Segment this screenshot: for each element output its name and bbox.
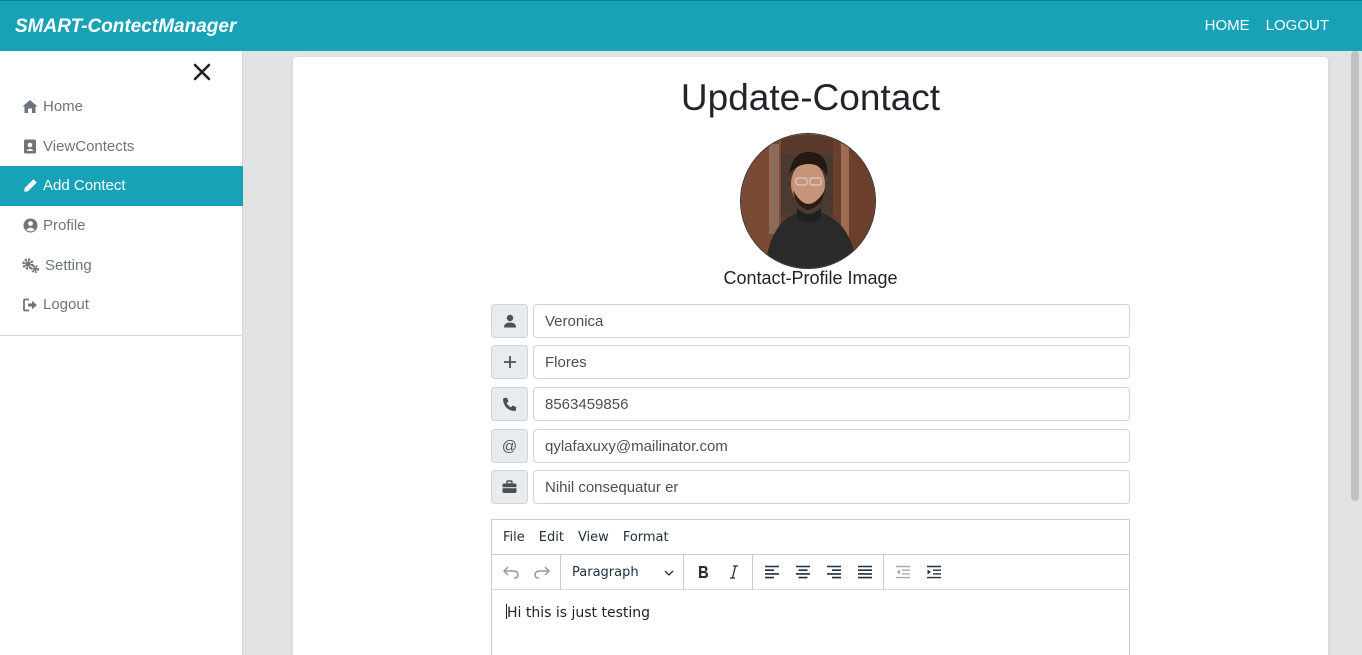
editor-content-text: Hi this is just testing xyxy=(507,605,651,621)
briefcase-icon xyxy=(491,470,528,504)
gears-icon xyxy=(22,257,40,273)
align-right-icon[interactable] xyxy=(818,558,849,586)
email-input[interactable] xyxy=(533,429,1130,463)
undo-icon[interactable] xyxy=(495,558,526,586)
block-format-select[interactable]: Paragraph xyxy=(564,558,680,586)
sidebar-item-label: Add Contect xyxy=(43,177,126,195)
profile-image-caption: Contact-Profile Image xyxy=(723,268,898,288)
top-navbar: SMART-ContectManager HOME LOGOUT xyxy=(0,0,1362,51)
outdent-icon[interactable] xyxy=(887,558,918,586)
text-style-group xyxy=(684,554,753,590)
editor-menu-view[interactable]: View xyxy=(578,530,609,545)
chevron-down-icon xyxy=(664,565,674,580)
bold-icon[interactable] xyxy=(687,558,718,586)
sidebar-item-view-contects[interactable]: ViewContects xyxy=(0,127,243,167)
first-name-input[interactable] xyxy=(533,304,1130,338)
sidebar-item-label: Setting xyxy=(45,256,92,274)
contact-profile-image[interactable] xyxy=(740,133,876,269)
first-name-field-group xyxy=(491,304,1130,338)
sidebar-item-label: ViewContects xyxy=(43,137,135,155)
editor-menubar: File Edit View Format xyxy=(492,520,1129,555)
page-scrollbar[interactable] xyxy=(1348,51,1362,655)
sidebar-item-home[interactable]: Home xyxy=(0,87,243,127)
sidebar-item-label: Home xyxy=(43,98,84,116)
brand-logo[interactable]: SMART-ContectManager xyxy=(15,16,236,38)
close-icon[interactable] xyxy=(192,62,212,82)
last-name-field-group xyxy=(491,345,1130,379)
work-field-group xyxy=(491,470,1130,504)
update-contact-card: Update-Contact Contact-Profile Image Ver… xyxy=(293,57,1328,655)
nav-links: HOME LOGOUT xyxy=(1205,17,1329,34)
nav-logout-link[interactable]: LOGOUT xyxy=(1266,17,1329,34)
sidebar: Home ViewContects Add Contect Profile Se… xyxy=(0,51,243,655)
phone-input[interactable] xyxy=(533,387,1130,421)
editor-menu-edit[interactable]: Edit xyxy=(539,530,564,545)
align-left-icon[interactable] xyxy=(756,558,787,586)
indent-icon[interactable] xyxy=(918,558,949,586)
contact-book-icon xyxy=(22,138,38,154)
sidebar-item-setting[interactable]: Setting xyxy=(0,245,243,285)
page-title: Update-Contact xyxy=(680,77,941,118)
work-input[interactable] xyxy=(533,470,1130,504)
italic-icon[interactable] xyxy=(718,558,749,586)
email-field-group: @ xyxy=(491,429,1130,463)
sidebar-item-label: Profile xyxy=(43,217,86,235)
sidebar-menu: Home ViewContects Add Contect Profile Se… xyxy=(0,87,243,325)
user-circle-icon xyxy=(22,218,38,234)
phone-field-group xyxy=(491,387,1130,421)
block-format-group: Paragraph xyxy=(561,554,684,590)
sign-out-icon xyxy=(22,297,38,313)
indent-group xyxy=(884,555,952,590)
user-icon xyxy=(491,304,528,338)
align-justify-icon[interactable] xyxy=(849,558,880,586)
nav-home-link[interactable]: HOME xyxy=(1205,17,1250,34)
pencil-icon xyxy=(22,178,38,194)
at-icon: @ xyxy=(491,429,528,463)
redo-icon[interactable] xyxy=(526,558,557,586)
sidebar-item-profile[interactable]: Profile xyxy=(0,206,243,246)
scrollbar-thumb[interactable] xyxy=(1351,51,1359,501)
sidebar-item-logout[interactable]: Logout xyxy=(0,285,243,325)
editor-toolbar: Paragraph xyxy=(492,554,1129,590)
block-format-value: Paragraph xyxy=(572,564,639,580)
description-editor: File Edit View Format Paragraph Hi this … xyxy=(491,519,1130,655)
sidebar-item-label: Logout xyxy=(43,296,89,314)
history-group xyxy=(492,554,561,590)
plus-icon xyxy=(491,345,528,379)
phone-icon xyxy=(491,387,528,421)
alignment-group xyxy=(753,554,884,590)
home-icon xyxy=(22,99,38,115)
align-center-icon[interactable] xyxy=(787,558,818,586)
sidebar-divider xyxy=(0,335,243,336)
editor-content-area[interactable]: Hi this is just testing xyxy=(492,590,1129,635)
editor-menu-format[interactable]: Format xyxy=(623,530,669,545)
editor-menu-file[interactable]: File xyxy=(503,530,525,545)
sidebar-item-add-contect[interactable]: Add Contect xyxy=(0,166,243,206)
last-name-input[interactable] xyxy=(533,345,1130,379)
